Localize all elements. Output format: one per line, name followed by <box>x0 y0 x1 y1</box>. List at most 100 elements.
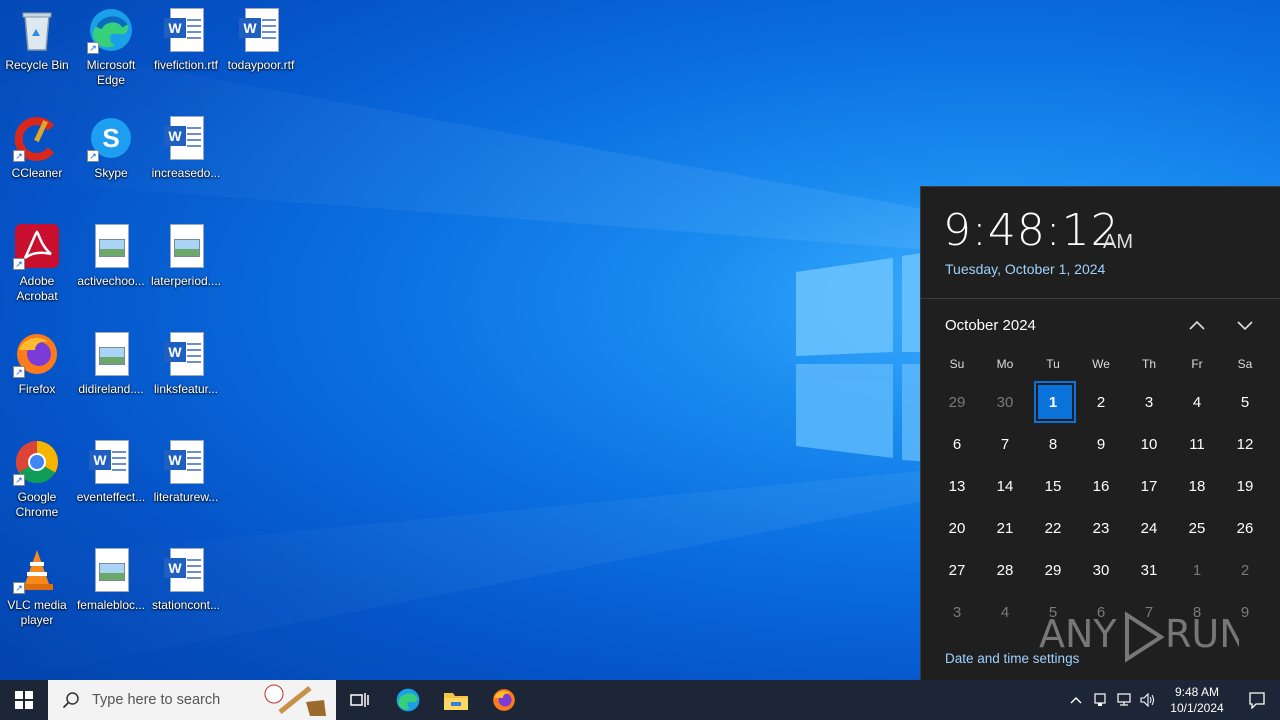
edge-icon: ↗ <box>87 6 135 54</box>
calendar-day[interactable]: 5 <box>1221 381 1269 423</box>
calendar-day[interactable]: 15 <box>1029 465 1077 507</box>
desktop-icon-skype[interactable]: S ↗ Skype <box>74 108 148 181</box>
calendar-day[interactable]: 10 <box>1125 423 1173 465</box>
shortcut-arrow-icon: ↗ <box>13 474 25 486</box>
desktop-icon-label: laterperiod.... <box>150 274 222 288</box>
desktop-icon-stationcont[interactable]: W stationcont... <box>149 540 223 613</box>
desktop-icon-literaturew[interactable]: W literaturew... <box>149 432 223 505</box>
word-document-icon: W <box>87 438 135 486</box>
date-time-settings-link[interactable]: Date and time settings <box>945 651 1079 666</box>
calendar-day[interactable]: 18 <box>1173 465 1221 507</box>
start-button[interactable] <box>0 680 48 720</box>
calendar-day[interactable]: 14 <box>981 465 1029 507</box>
flyout-date-link[interactable]: Tuesday, October 1, 2024 <box>945 261 1105 277</box>
calendar-day[interactable]: 25 <box>1173 507 1221 549</box>
calendar-day[interactable]: 23 <box>1077 507 1125 549</box>
desktop-icon-linksfeatur[interactable]: W linksfeatur... <box>149 324 223 397</box>
taskbar-edge-button[interactable] <box>384 680 432 720</box>
taskbar-search-box[interactable]: Type here to search <box>48 680 336 720</box>
calendar-day[interactable]: 19 <box>1221 465 1269 507</box>
volume-button[interactable] <box>1136 680 1160 720</box>
speaker-icon <box>1140 693 1154 707</box>
calendar-day[interactable]: 12 <box>1221 423 1269 465</box>
show-hidden-icons-button[interactable] <box>1064 680 1088 720</box>
image-file-icon <box>87 330 135 378</box>
desktop-icon-edge[interactable]: ↗ Microsoft Edge <box>74 0 148 88</box>
calendar-day[interactable]: 11 <box>1173 423 1221 465</box>
calendar-day[interactable]: 2 <box>1077 381 1125 423</box>
desktop-icon-google-chrome[interactable]: ↗ Google Chrome <box>0 432 74 520</box>
svg-text:ANY: ANY <box>1039 612 1117 656</box>
weekday-label: Tu <box>1046 357 1060 371</box>
calendar-day[interactable]: 29 <box>933 381 981 423</box>
calendar-day[interactable]: 4 <box>981 591 1029 633</box>
calendar-day[interactable]: 8 <box>1029 423 1077 465</box>
tray-device-button[interactable] <box>1088 680 1112 720</box>
desktop-icon-label: Microsoft Edge <box>86 58 136 87</box>
calendar-day[interactable]: 22 <box>1029 507 1077 549</box>
previous-month-button[interactable] <box>1183 313 1211 337</box>
desktop-icon-increasedo[interactable]: W increasedo... <box>149 108 223 181</box>
calendar-day[interactable]: 1 <box>1029 381 1077 423</box>
calendar-day[interactable]: 29 <box>1029 549 1077 591</box>
desktop-icon-firefox[interactable]: ↗ Firefox <box>0 324 74 397</box>
calendar-day[interactable]: 6 <box>933 423 981 465</box>
calendar-day[interactable]: 9 <box>1077 423 1125 465</box>
calendar-day[interactable]: 4 <box>1173 381 1221 423</box>
calendar-month-label[interactable]: October 2024 <box>945 317 1036 334</box>
word-document-icon: W <box>162 546 210 594</box>
desktop-icon-vlc[interactable]: ↗ VLC media player <box>0 540 74 628</box>
calendar-day[interactable]: 17 <box>1125 465 1173 507</box>
desktop-icon-fivefiction[interactable]: W fivefiction.rtf <box>149 0 223 73</box>
weekday-header-row: Su Mo Tu We Th Fr Sa <box>933 347 1269 381</box>
calendar-day[interactable]: 3 <box>1125 381 1173 423</box>
calendar-day[interactable]: 26 <box>1221 507 1269 549</box>
desktop-icon-adobe-acrobat[interactable]: ↗ Adobe Acrobat <box>0 216 74 304</box>
calendar-day[interactable]: 3 <box>933 591 981 633</box>
skype-icon: S ↗ <box>87 114 135 162</box>
desktop-icon-laterperiod[interactable]: laterperiod.... <box>149 216 223 289</box>
desktop-icon-recycle-bin[interactable]: Recycle Bin <box>0 0 74 73</box>
shortcut-arrow-icon: ↗ <box>13 258 25 270</box>
calendar-day[interactable]: 24 <box>1125 507 1173 549</box>
calendar-day[interactable]: 2 <box>1221 549 1269 591</box>
desktop-icon-eventeffect[interactable]: W eventeffect... <box>74 432 148 505</box>
taskbar-firefox-button[interactable] <box>480 680 528 720</box>
folder-icon <box>444 693 468 710</box>
calendar-day[interactable]: 13 <box>933 465 981 507</box>
desktop-icon-label: VLC media player <box>7 598 67 627</box>
search-icon <box>62 692 79 709</box>
taskbar-clock-date: 10/1/2024 <box>1170 701 1224 715</box>
calendar-day[interactable]: 30 <box>981 381 1029 423</box>
calendar-day[interactable]: 20 <box>933 507 981 549</box>
next-month-button[interactable] <box>1231 313 1259 337</box>
calendar-day[interactable]: 7 <box>981 423 1029 465</box>
chrome-icon: ↗ <box>13 438 61 486</box>
network-button[interactable] <box>1112 680 1136 720</box>
desktop-icon-didireland[interactable]: didireland.... <box>74 324 148 397</box>
desktop-icon-femalebloc[interactable]: femalebloc... <box>74 540 148 613</box>
edge-icon <box>396 688 420 712</box>
weekday-label: Mo <box>996 357 1014 371</box>
calendar-day[interactable]: 16 <box>1077 465 1125 507</box>
desktop-icon-todaypoor[interactable]: W todaypoor.rtf <box>224 0 298 73</box>
calendar-week-row: 20 21 22 23 24 25 26 <box>933 507 1269 549</box>
calendar-day[interactable]: 21 <box>981 507 1029 549</box>
calendar-day[interactable]: 28 <box>981 549 1029 591</box>
search-placeholder: Type here to search <box>92 692 221 708</box>
task-view-button[interactable] <box>336 680 384 720</box>
image-file-icon <box>162 222 210 270</box>
calendar-weeks: 29 30 1 2 3 4 5 6 7 8 9 10 11 12 13 14 15 16 17 18 19 20 21 22 2… <box>933 381 1269 633</box>
calendar-day[interactable]: 27 <box>933 549 981 591</box>
taskbar-clock[interactable]: 9:48 AM 10/1/2024 <box>1160 684 1234 716</box>
acrobat-icon: ↗ <box>13 222 61 270</box>
taskbar-file-explorer-button[interactable] <box>432 680 480 720</box>
calendar-day[interactable]: 1 <box>1173 549 1221 591</box>
action-center-button[interactable] <box>1234 680 1280 720</box>
desktop-icon-label: stationcont... <box>151 598 221 612</box>
calendar-day[interactable]: 31 <box>1125 549 1173 591</box>
desktop-icon-activechoo[interactable]: activechoo... <box>74 216 148 289</box>
calendar-day[interactable]: 30 <box>1077 549 1125 591</box>
desktop-icon-label: CCleaner <box>11 166 63 180</box>
desktop-icon-ccleaner[interactable]: ↗ CCleaner <box>0 108 74 181</box>
